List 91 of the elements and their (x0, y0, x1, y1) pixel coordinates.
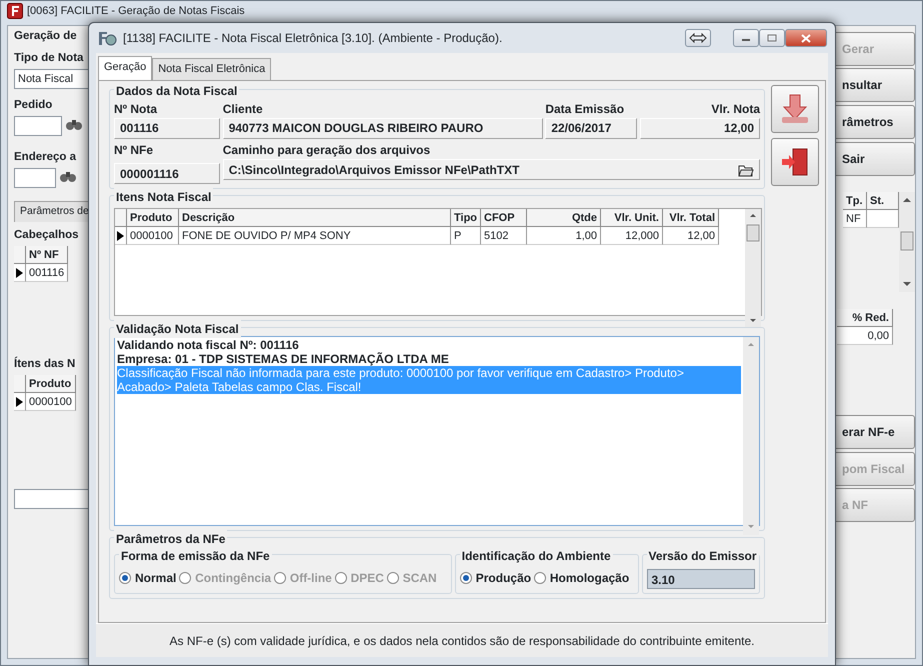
table-cell: P (451, 227, 481, 246)
table-header: Produto (26, 375, 76, 394)
order-field[interactable] (14, 116, 62, 136)
field[interactable]: 001116 (114, 118, 220, 138)
radio-dot[interactable] (534, 572, 546, 584)
field-label: Vlr. Nota (710, 100, 760, 118)
table-header: CFOP (481, 209, 527, 228)
tab[interactable]: Geração (98, 56, 152, 80)
table-cell: 0000100 (26, 393, 76, 412)
button[interactable]: erar NF-e (833, 414, 915, 449)
table-cell: 0,00 (837, 326, 893, 345)
table-cell: FONE DE OUVIDO P/ MP4 SONY (179, 227, 451, 246)
tab[interactable]: Parâmetros de (14, 201, 90, 222)
window-title: [0063] FACILITE - Geração de Notas Fiscais (27, 4, 245, 19)
radio-button[interactable]: Produção (460, 569, 532, 588)
button[interactable]: râmetros (833, 105, 915, 139)
row-pointer-icon (16, 396, 23, 407)
close-button[interactable] (785, 29, 827, 47)
radio-label: Produção (476, 570, 532, 588)
message-text: Classificação Fiscal não informada para este produto: 0000100 por favor verifique em Cadastro> Produto> Acabado> Paleta Tabelas campo Clas. Fiscal! (117, 366, 741, 394)
radio-label: SCAN (402, 570, 437, 588)
field-label: Pedido (14, 98, 54, 113)
path-field[interactable]: C:\Sinco\Integrado\Arquivos Emissor NFe\PathTXT (222, 159, 760, 180)
type-field[interactable]: Nota Fiscal (14, 69, 90, 90)
table-header: St. (867, 192, 899, 210)
radio-label: Homologação (550, 570, 630, 588)
field-label: Caminho para geração dos arquivos (222, 142, 432, 160)
table-header: Vlr. Unit. (601, 209, 663, 228)
exit-button[interactable] (771, 138, 819, 186)
button[interactable]: Sair (833, 142, 915, 176)
download-icon (779, 92, 811, 124)
table-cell: 0000100 (127, 227, 179, 246)
table-header: Qtde (527, 209, 601, 228)
table-cell (867, 210, 899, 228)
section-label: Ítens das N (14, 356, 76, 372)
field[interactable]: 22/06/2017 (545, 118, 638, 138)
maximize-button[interactable] (759, 29, 785, 47)
field-label: Data Emissão (545, 100, 626, 118)
radio-label: Contingência (195, 570, 272, 588)
row-pointer-icon (16, 268, 23, 278)
table-header: Vlr. Total (663, 209, 719, 228)
address-field[interactable] (14, 168, 56, 188)
field[interactable]: 940773 MAICON DOUGLAS RIBEIRO PAURO (222, 118, 543, 138)
footer-text: As NF-e (s) com validade jurídica, e os dados nela contidos são de responsabilidade do contribuinte emitente. (96, 623, 828, 657)
field[interactable]: 000001116 (114, 163, 220, 184)
field-label: Endereço a (14, 150, 77, 165)
close-icon (801, 34, 811, 42)
button[interactable]: nsultar (833, 68, 915, 102)
table-cell: 12,000 (601, 227, 663, 246)
field-label: Nº Nota (114, 100, 158, 118)
section-label: Cabeçalhos (14, 228, 80, 243)
table-header: Tipo (451, 209, 481, 228)
maximize-icon (767, 34, 777, 42)
minimize-button[interactable] (733, 29, 759, 47)
field-label: Nº NFe (114, 142, 154, 160)
app-logo-icon (7, 3, 23, 19)
message-text: Empresa: 01 - TDP SISTEMAS DE INFORMAÇÃO LTDA ME (117, 352, 450, 366)
field[interactable]: 12,00 (640, 118, 760, 138)
table-header: Tp. (843, 192, 867, 210)
radio-label: Normal (135, 570, 176, 588)
field-label: Cliente (222, 100, 264, 118)
version-field[interactable]: 3.10 (646, 569, 755, 590)
download-button[interactable] (771, 84, 819, 132)
table-cell: 1,00 (527, 227, 601, 246)
app-logo-icon (97, 29, 117, 47)
table-cell: NF (843, 210, 867, 228)
resize-button[interactable] (684, 29, 710, 47)
radio-button[interactable]: Homologação (534, 569, 630, 588)
radio-dot[interactable] (460, 572, 472, 584)
radio-button[interactable]: Normal (119, 569, 176, 588)
table-cell: 5102 (481, 227, 527, 246)
radio-label: DPEC (350, 570, 384, 588)
group-title: Geração de (14, 29, 78, 44)
double-arrow-icon (688, 33, 706, 43)
field-label: Tipo de Nota (14, 51, 84, 66)
text-field[interactable] (14, 489, 90, 510)
table-header: % Red. (837, 308, 893, 327)
radio-label: Off-line (290, 570, 332, 588)
table-header: Descrição (179, 209, 451, 228)
table-cell: 001116 (26, 264, 68, 282)
table-header: Nº NF (26, 246, 68, 264)
radio-dot[interactable] (119, 572, 131, 584)
table-header: Produto (127, 209, 179, 228)
table-cell: 12,00 (663, 227, 719, 246)
row-pointer-icon (117, 230, 124, 241)
window-title: [1138] FACILITE - Nota Fiscal Eletrônica [3.10]. (Ambiente - Produção). (123, 30, 504, 47)
open-folder-icon[interactable] (738, 162, 754, 177)
group-title: Validação Nota Fiscal (114, 320, 241, 338)
tab[interactable]: Nota Fiscal Eletrônica (152, 58, 272, 80)
path-text: C:\Sinco\Integrado\Arquivos Emissor NFe\PathTXT (228, 162, 520, 179)
message-text: Validando nota fiscal Nº: 001116 (117, 338, 300, 352)
